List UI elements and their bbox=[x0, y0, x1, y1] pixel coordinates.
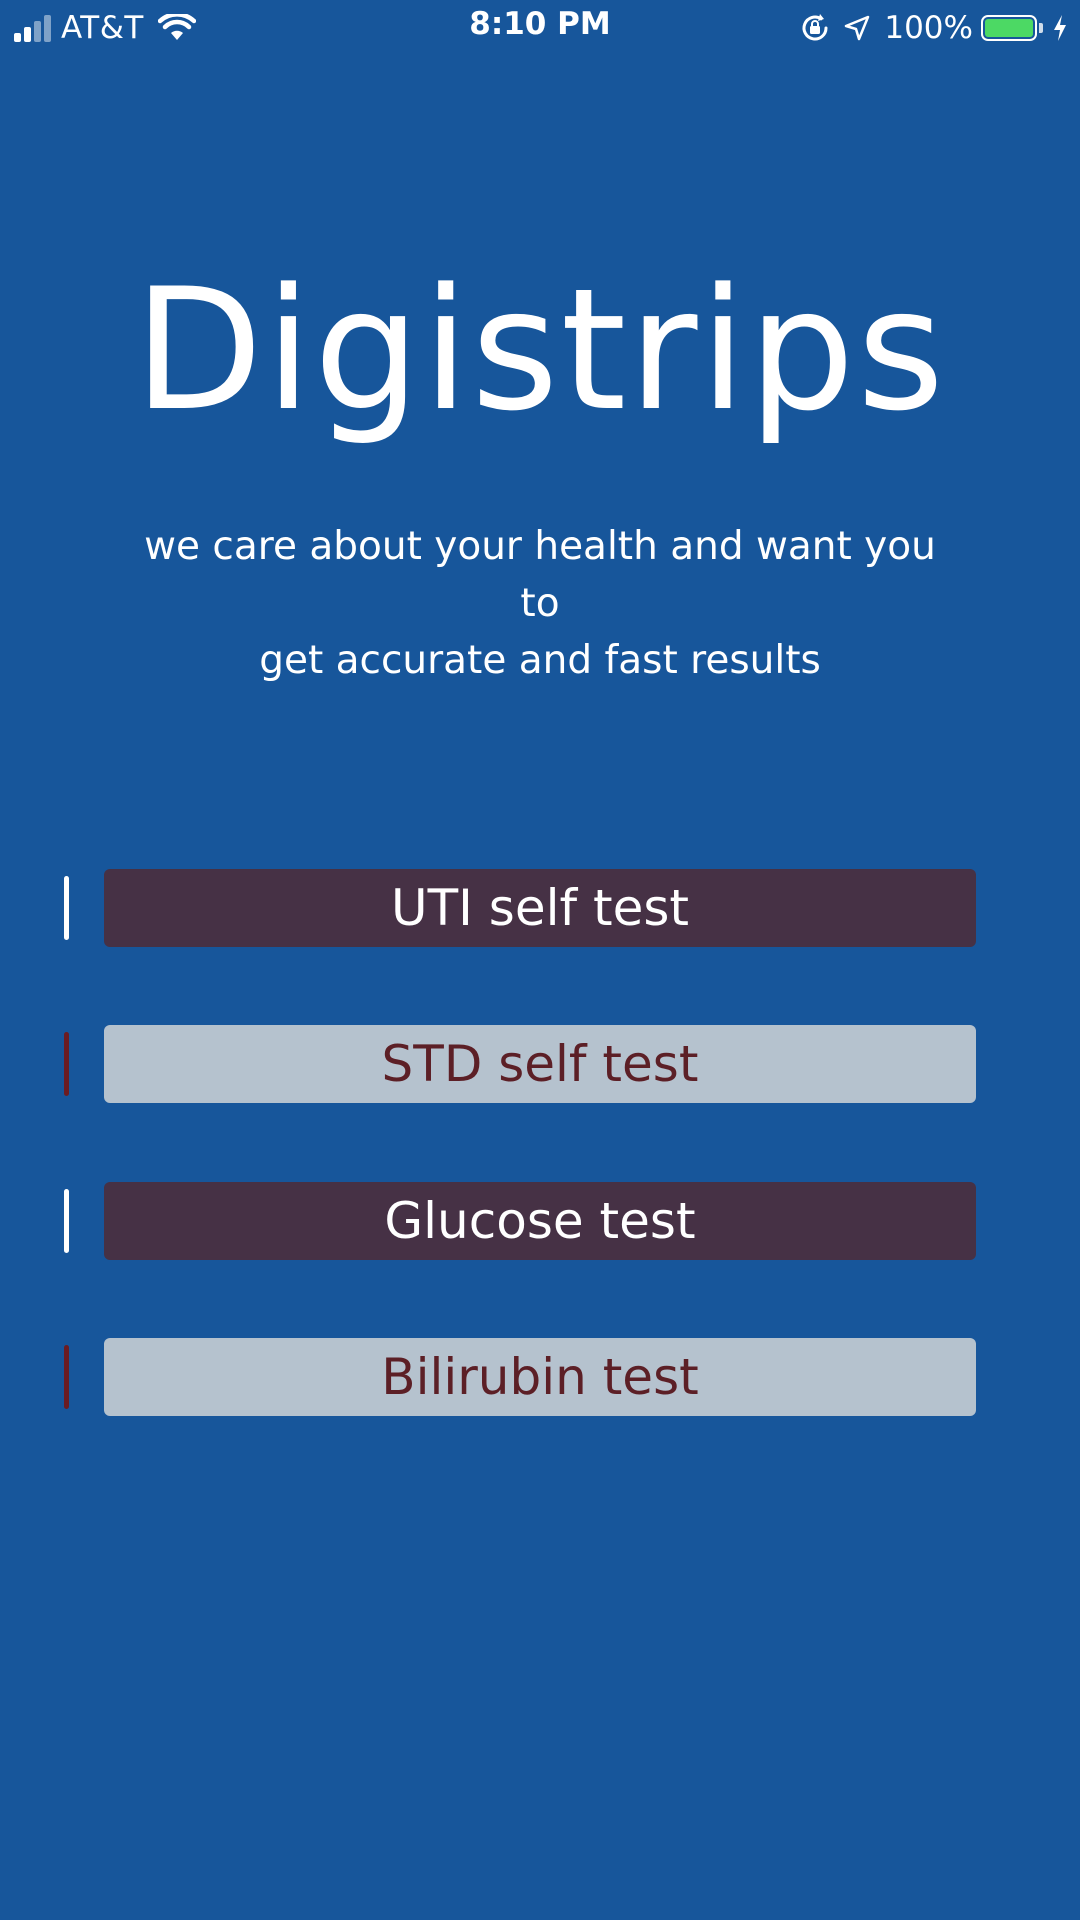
battery-nub bbox=[1039, 23, 1043, 33]
app-title: Digistrips bbox=[133, 252, 947, 448]
tagline-line-2: get accurate and fast results bbox=[259, 638, 821, 683]
location-arrow-icon bbox=[844, 15, 870, 41]
selection-indicator bbox=[64, 1189, 69, 1253]
battery-level-fill bbox=[985, 19, 1033, 37]
cellular-signal-icon bbox=[14, 14, 51, 42]
selection-indicator bbox=[64, 1345, 69, 1409]
selection-indicator bbox=[64, 1032, 69, 1096]
status-bar: AT&T 8:10 PM 100% bbox=[0, 0, 1080, 54]
tagline-line-1: we care about your health and want you t… bbox=[144, 524, 936, 626]
std-self-test-button[interactable]: STD self test bbox=[104, 1025, 976, 1103]
test-option-uti: UTI self test bbox=[0, 869, 1080, 947]
selection-indicator bbox=[64, 876, 69, 940]
battery-percentage: 100% bbox=[884, 10, 973, 46]
carrier-name: AT&T bbox=[61, 10, 144, 46]
battery-icon bbox=[981, 15, 1037, 41]
test-option-std: STD self test bbox=[0, 1025, 1080, 1103]
status-bar-left: AT&T bbox=[14, 8, 196, 48]
wifi-icon bbox=[157, 14, 196, 42]
uti-self-test-button[interactable]: UTI self test bbox=[104, 869, 976, 947]
status-bar-right: 100% bbox=[800, 8, 1068, 48]
bilirubin-test-button[interactable]: Bilirubin test bbox=[104, 1338, 976, 1416]
test-option-bilirubin: Bilirubin test bbox=[0, 1338, 1080, 1416]
glucose-test-button[interactable]: Glucose test bbox=[104, 1182, 976, 1260]
test-option-glucose: Glucose test bbox=[0, 1182, 1080, 1260]
tagline: we care about your health and want you t… bbox=[120, 518, 960, 689]
charging-bolt-icon bbox=[1052, 14, 1068, 42]
rotation-lock-icon bbox=[800, 13, 830, 43]
